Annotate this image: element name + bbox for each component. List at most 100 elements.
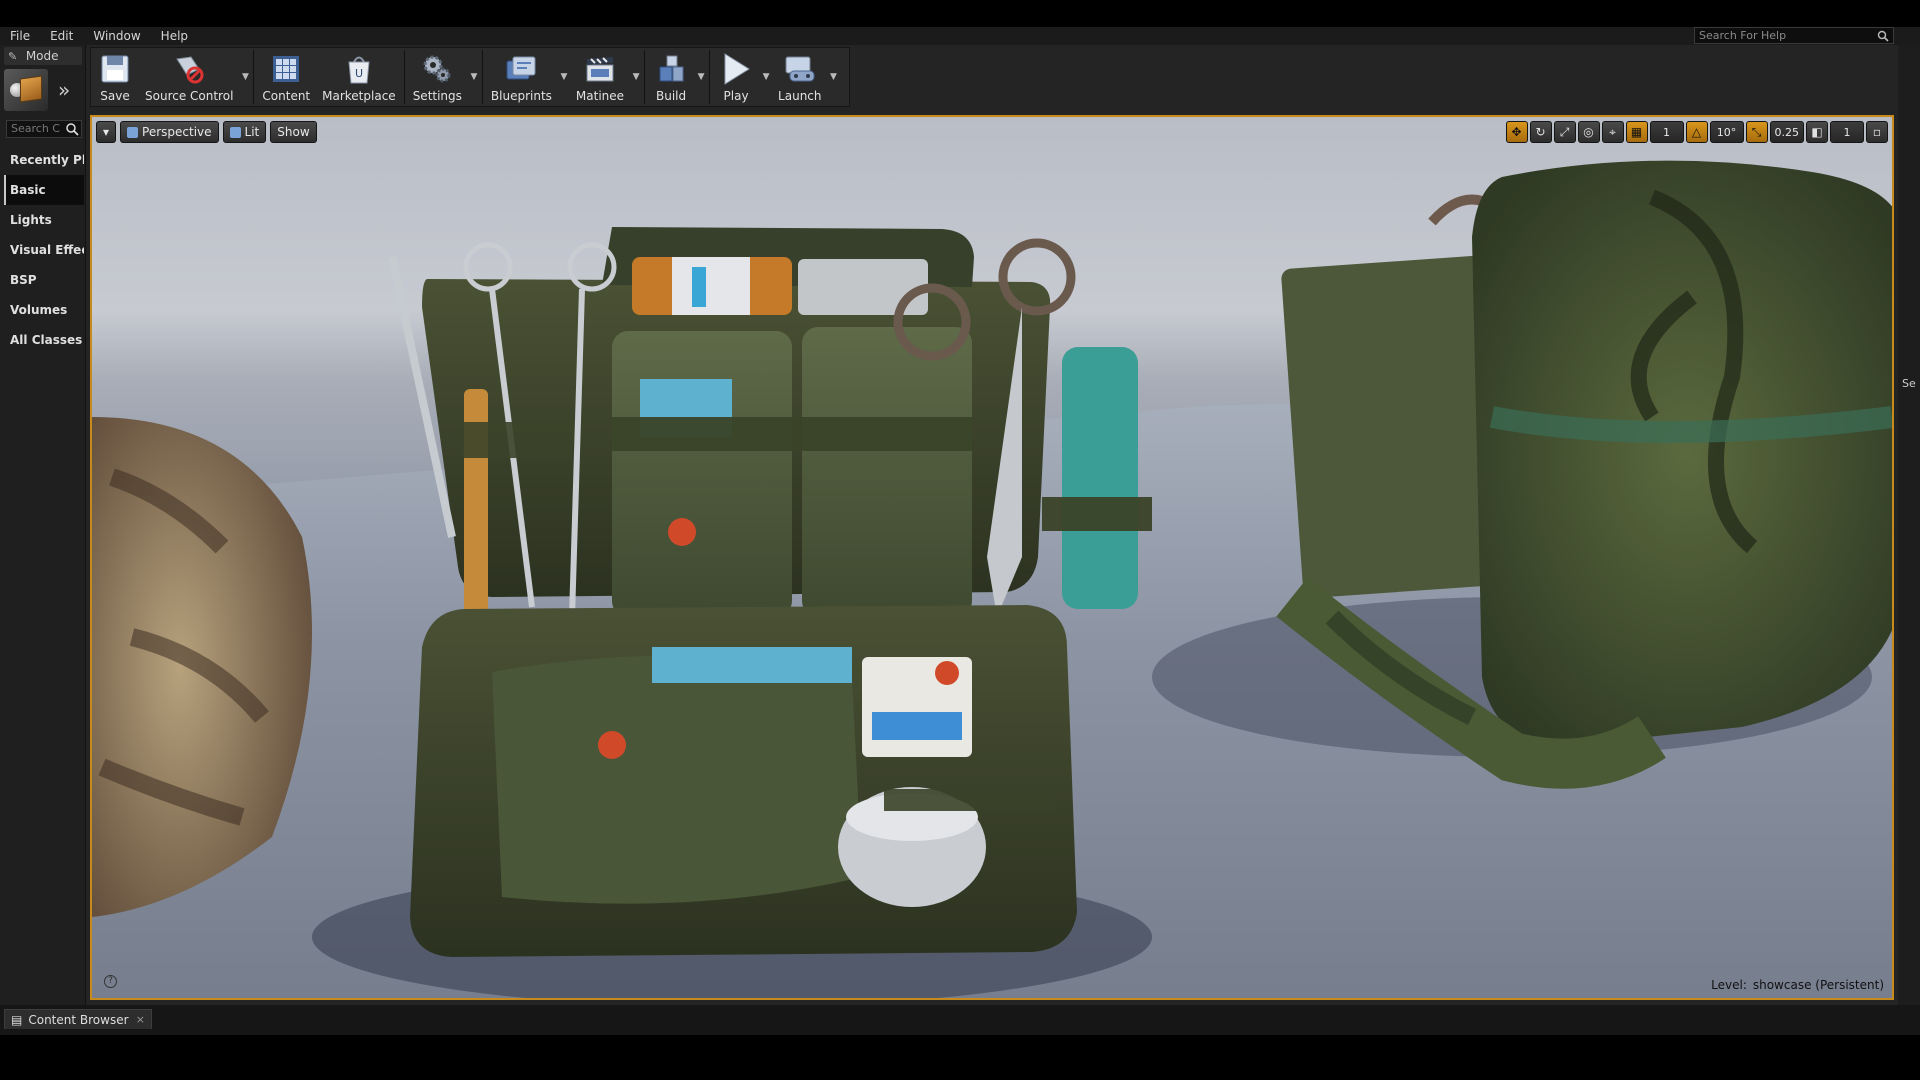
content-browser-tab[interactable]: ▤ Content Browser × [4, 1009, 152, 1029]
menu-window[interactable]: Window [83, 29, 150, 43]
place-categories: Recently Pla Basic Lights Visual Effect … [4, 145, 84, 355]
settings-gears-icon [419, 51, 455, 87]
build-blocks-icon [653, 51, 689, 87]
level-viewport[interactable]: ▾ Perspective Lit Show ✥ ↻ ⤢ ◎ ⌖ ▦ 1 △ 1… [90, 115, 1894, 1000]
search-icon [66, 123, 79, 136]
matinee-button[interactable]: Matinee [570, 48, 630, 106]
source-control-label: Source Control [145, 89, 234, 103]
category-bsp[interactable]: BSP [4, 265, 84, 295]
source-control-dropdown-icon[interactable]: ▼ [239, 48, 251, 106]
category-all-classes[interactable]: All Classes [4, 325, 84, 355]
perspective-label: Perspective [142, 125, 212, 139]
mode-icons-row: » [4, 69, 82, 111]
rotate-mode-icon[interactable]: ↻ [1529, 121, 1552, 143]
category-recently-placed[interactable]: Recently Pla [4, 145, 84, 175]
content-label: Content [262, 89, 311, 103]
blueprints-icon [503, 51, 539, 87]
cube-shape [20, 75, 42, 103]
rotation-snap-value[interactable]: 10° [1709, 121, 1744, 143]
world-local-icon[interactable]: ◎ [1577, 121, 1600, 143]
toolbar-separator [481, 50, 483, 104]
scale-mode-icon[interactable]: ⤢ [1553, 121, 1576, 143]
source-control-icon [171, 51, 207, 87]
expand-chevron-icon[interactable]: » [58, 78, 70, 102]
launch-device-icon [782, 51, 818, 87]
toolbar-separator [253, 50, 255, 104]
svg-text:U: U [355, 67, 363, 80]
marketplace-label: Marketplace [322, 89, 396, 103]
menu-file[interactable]: File [0, 29, 40, 43]
rotation-snap-icon[interactable]: △ [1685, 121, 1708, 143]
build-button[interactable]: Build [647, 48, 695, 106]
toolbar-separator [644, 50, 646, 104]
grid-snap-icon[interactable]: ▦ [1625, 121, 1648, 143]
category-volumes[interactable]: Volumes [4, 295, 84, 325]
save-button[interactable]: Save [91, 48, 139, 106]
class-search-placeholder: Search C [11, 122, 60, 135]
level-name: showcase (Persistent) [1752, 978, 1884, 992]
class-search-input[interactable]: Search C [6, 120, 82, 138]
help-icon[interactable]: ? [104, 975, 117, 988]
content-browser-icon: ▤ [11, 1012, 23, 1027]
close-icon[interactable]: × [136, 1013, 145, 1026]
bottom-tab-bar: ▤ Content Browser × [0, 1005, 1920, 1035]
blueprints-label: Blueprints [490, 89, 552, 103]
translate-mode-icon[interactable]: ✥ [1505, 121, 1528, 143]
menu-edit[interactable]: Edit [40, 29, 83, 43]
marketplace-bag-icon: U [341, 51, 377, 87]
play-label: Play [723, 89, 749, 103]
blueprints-button[interactable]: Blueprints [485, 48, 558, 106]
content-button[interactable]: Content [256, 48, 316, 106]
build-label: Build [655, 89, 687, 103]
right-panel-label[interactable]: Se [1902, 377, 1916, 390]
source-control-button[interactable]: Source Control [139, 48, 239, 106]
lit-icon [229, 126, 241, 138]
scene-render [92, 160, 1892, 998]
category-basic[interactable]: Basic [4, 175, 84, 205]
launch-dropdown-icon[interactable]: ▼ [828, 48, 840, 106]
scale-snap-value[interactable]: 0.25 [1769, 121, 1804, 143]
launch-button[interactable]: Launch [772, 48, 827, 106]
settings-button[interactable]: Settings [407, 48, 468, 106]
marketplace-button[interactable]: U Marketplace [316, 48, 402, 106]
blueprints-dropdown-icon[interactable]: ▼ [558, 48, 570, 106]
lit-label: Lit [244, 125, 260, 139]
category-lights[interactable]: Lights [4, 205, 84, 235]
viewport-options-bar: ▾ Perspective Lit Show [96, 119, 317, 145]
menu-help[interactable]: Help [151, 29, 198, 43]
level-label: Level: [1711, 978, 1747, 992]
editor-frame: ✎ Mode » Search C Recently Pla Basic Lig… [0, 45, 1920, 1035]
modes-tab[interactable]: ✎ Mode [4, 47, 82, 65]
top-letterbox [0, 0, 1920, 27]
play-button[interactable]: Play [712, 48, 760, 106]
save-icon [97, 51, 133, 87]
matinee-dropdown-icon[interactable]: ▼ [630, 48, 642, 106]
matinee-clapper-icon [582, 51, 618, 87]
maximize-viewport-icon[interactable]: ▫ [1866, 121, 1888, 143]
main-toolbar: Save Source Control ▼ Content U Marketpl… [90, 47, 850, 107]
content-browser-label: Content Browser [28, 1012, 129, 1027]
build-dropdown-icon[interactable]: ▼ [695, 48, 707, 106]
viewport-transform-bar: ✥ ↻ ⤢ ◎ ⌖ ▦ 1 △ 10° ⤡ 0.25 ◧ 1 ▫ [1505, 119, 1888, 145]
category-visual-effects[interactable]: Visual Effect [4, 235, 84, 265]
viewport-menu-button[interactable]: ▾ [96, 121, 117, 143]
scale-snap-icon[interactable]: ⤡ [1745, 121, 1768, 143]
content-grid-icon [268, 51, 304, 87]
play-icon [718, 51, 754, 87]
modes-panel: ✎ Mode » Search C Recently Pla Basic Lig… [0, 45, 86, 1005]
help-search-input[interactable]: Search For Help [1694, 27, 1894, 44]
lit-button[interactable]: Lit [222, 121, 267, 143]
perspective-button[interactable]: Perspective [120, 121, 219, 143]
play-dropdown-icon[interactable]: ▼ [760, 48, 772, 106]
help-search-placeholder: Search For Help [1699, 29, 1787, 42]
surface-snap-icon[interactable]: ⌖ [1601, 121, 1624, 143]
camera-speed-icon[interactable]: ◧ [1806, 121, 1828, 143]
settings-dropdown-icon[interactable]: ▼ [468, 48, 480, 106]
show-label: Show [277, 125, 310, 139]
place-mode-icon[interactable] [4, 69, 48, 111]
camera-speed-value[interactable]: 1 [1830, 121, 1864, 143]
show-button[interactable]: Show [270, 121, 317, 143]
grid-snap-value[interactable]: 1 [1649, 121, 1684, 143]
matinee-label: Matinee [575, 89, 625, 103]
save-label: Save [100, 89, 130, 103]
